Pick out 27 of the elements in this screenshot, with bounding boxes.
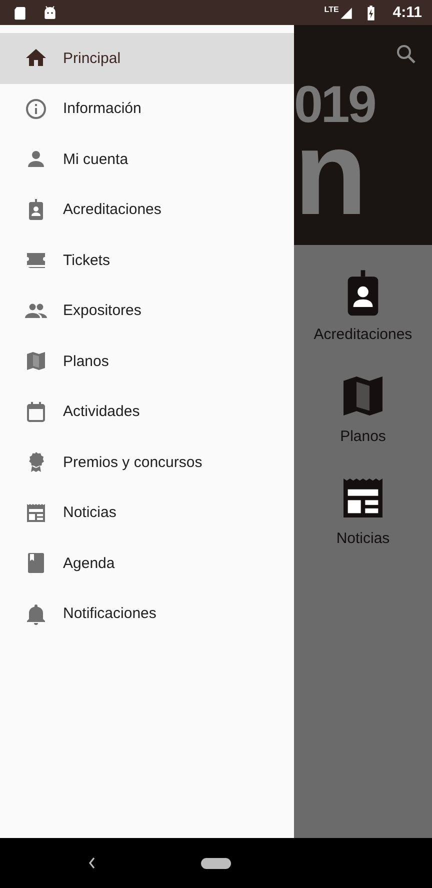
drawer-item[interactable]: Notificaciones <box>0 588 294 639</box>
drawer-item[interactable]: Noticias <box>0 488 294 538</box>
clock: 4:11 <box>392 4 422 21</box>
calendar-icon <box>24 400 48 424</box>
drawer-item[interactable]: Información <box>0 84 294 134</box>
shortcut-tile[interactable]: Planos <box>337 370 389 472</box>
sd-card-icon <box>12 4 28 20</box>
logo-text: 019 <box>294 81 375 129</box>
shortcut-tile[interactable]: Noticias <box>336 472 390 574</box>
logo-text: n <box>294 129 368 217</box>
drawer-item[interactable]: Tickets <box>0 235 294 286</box>
drawer-item[interactable]: Actividades <box>0 386 294 437</box>
shortcut-tile[interactable]: Acreditaciones <box>314 268 412 370</box>
bell-icon <box>24 602 48 626</box>
android-icon <box>42 4 58 20</box>
info-icon <box>24 96 48 121</box>
drawer-item[interactable]: Expositores <box>0 286 294 336</box>
drawer-item[interactable]: Mi cuenta <box>0 134 294 184</box>
home-pill[interactable] <box>201 858 231 868</box>
drawer-item[interactable]: Planos <box>0 336 294 386</box>
drawer-item[interactable]: Agenda <box>0 538 294 588</box>
drawer-item[interactable]: Acreditaciones <box>0 184 294 235</box>
network-label: LTE <box>324 5 339 14</box>
signal-icon <box>338 6 353 20</box>
search-icon[interactable] <box>394 42 418 66</box>
drawer-item[interactable]: Principal <box>0 33 294 84</box>
drawer-item[interactable]: Premios y concursos <box>0 437 294 488</box>
